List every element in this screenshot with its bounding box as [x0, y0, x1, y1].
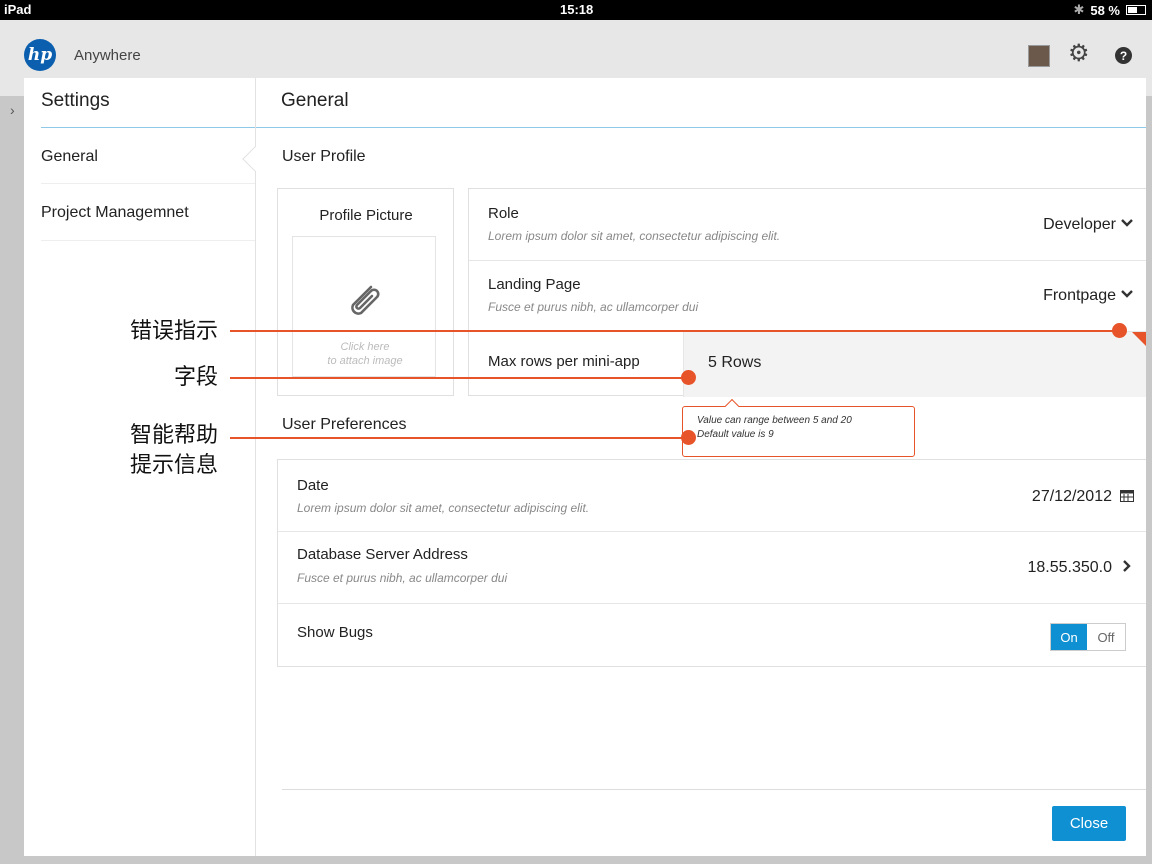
divider — [256, 127, 1146, 128]
bluetooth-icon: ✱ — [1073, 2, 1085, 17]
tooltip-line: Value can range between 5 and 20 — [697, 415, 852, 426]
db-server-value: 18.55.350.0 — [1027, 559, 1112, 576]
annotation-dot — [1112, 323, 1127, 338]
profile-fields-card: Role Lorem ipsum dolor sit amet, consect… — [468, 188, 1146, 397]
app-name: Anywhere — [74, 47, 141, 64]
device-label: iPad — [4, 2, 32, 17]
landing-page-value: Frontpage — [1043, 287, 1116, 304]
role-value: Developer — [1043, 216, 1116, 233]
annotation-line — [230, 437, 686, 439]
page-title: General — [281, 90, 349, 111]
annotation-line-text: 智能帮助 — [129, 422, 218, 447]
annotation-dot — [681, 370, 696, 385]
max-rows-label: Max rows per mini-app — [488, 353, 640, 370]
section-heading-user-preferences: User Preferences — [282, 416, 407, 433]
role-row[interactable]: Role Lorem ipsum dolor sit amet, consect… — [469, 189, 1146, 261]
hint-line: to attach image — [327, 355, 403, 367]
show-bugs-toggle[interactable]: On Off — [1050, 623, 1126, 651]
hint-line: Click here — [340, 341, 390, 353]
sidebar-item-label: General — [41, 148, 98, 165]
profile-picture-card: Profile Picture Click here to attach ima… — [277, 188, 454, 396]
show-bugs-label: Show Bugs — [297, 624, 373, 641]
error-indicator — [1132, 332, 1146, 346]
chevron-right-icon: › — [10, 102, 15, 118]
chevron-down-icon[interactable] — [1120, 286, 1134, 302]
annotation-line — [230, 330, 1120, 332]
date-row[interactable]: Date Lorem ipsum dolor sit amet, consect… — [278, 460, 1146, 532]
max-rows-row: Max rows per mini-app 5 Rows — [469, 332, 1146, 397]
sidebar-title: Settings — [41, 90, 110, 111]
role-description: Lorem ipsum dolor sit amet, consectetur … — [488, 229, 781, 243]
popover-pointer — [1094, 144, 1118, 168]
battery-percent: 58 % — [1090, 2, 1120, 18]
tooltip-line: Default value is 9 — [697, 429, 774, 440]
role-label: Role — [488, 205, 519, 222]
show-bugs-row: Show Bugs On Off — [278, 604, 1146, 668]
toggle-off[interactable]: Off — [1087, 624, 1125, 650]
close-button[interactable]: Close — [1052, 806, 1126, 841]
help-icon[interactable]: ? — [1115, 47, 1132, 64]
date-label: Date — [297, 477, 329, 494]
preferences-card: Date Lorem ipsum dolor sit amet, consect… — [277, 459, 1146, 667]
max-rows-input[interactable]: 5 Rows — [683, 332, 1146, 397]
annotation-field: 字段 — [173, 364, 218, 389]
db-server-row[interactable]: Database Server Address Fusce et purus n… — [278, 532, 1146, 604]
status-bar: iPad 15:18 ✱ 58 % — [0, 0, 1152, 20]
sidebar-item-project-management[interactable]: Project Managemnet — [41, 185, 255, 241]
sidebar-item-general[interactable]: General — [41, 128, 255, 184]
landing-page-description: Fusce et purus nibh, ac ullamcorper dui — [488, 300, 699, 314]
annotation-error-indicator: 错误指示 — [129, 318, 218, 343]
calendar-icon[interactable] — [1120, 489, 1134, 505]
db-server-label: Database Server Address — [297, 546, 468, 563]
clock: 15:18 — [560, 2, 594, 17]
hp-logo: hp — [24, 39, 56, 71]
date-value: 27/12/2012 — [1031, 488, 1112, 505]
paperclip-icon — [341, 279, 387, 335]
sidebar-item-label: Project Managemnet — [41, 204, 189, 221]
annotation-line-text: 提示信息 — [129, 452, 218, 477]
divider — [282, 789, 1146, 790]
chevron-right-icon[interactable] — [1122, 559, 1132, 576]
gear-icon[interactable]: ⚙ — [1068, 42, 1090, 66]
section-heading-user-profile: User Profile — [282, 148, 366, 165]
smart-help-tooltip: Value can range between 5 and 20 Default… — [682, 398, 915, 457]
annotation-smart-help: 智能帮助 提示信息 — [100, 420, 218, 480]
annotation-line — [230, 377, 688, 379]
toggle-on[interactable]: On — [1051, 624, 1087, 650]
max-rows-value: 5 Rows — [708, 354, 762, 371]
image-drop-zone[interactable]: Click here to attach image — [292, 236, 436, 377]
profile-picture-title: Profile Picture — [319, 207, 413, 224]
avatar[interactable] — [1028, 45, 1050, 67]
annotation-dot — [681, 430, 696, 445]
chevron-down-icon[interactable] — [1120, 215, 1134, 231]
battery-icon — [1126, 5, 1146, 15]
db-server-description: Fusce et purus nibh, ac ullamcorper dui — [297, 571, 508, 585]
landing-page-label: Landing Page — [488, 276, 581, 293]
date-description: Lorem ipsum dolor sit amet, consectetur … — [297, 501, 590, 515]
attach-hint: Click here to attach image — [293, 340, 437, 368]
landing-page-row[interactable]: Landing Page Fusce et purus nibh, ac ull… — [469, 261, 1146, 332]
